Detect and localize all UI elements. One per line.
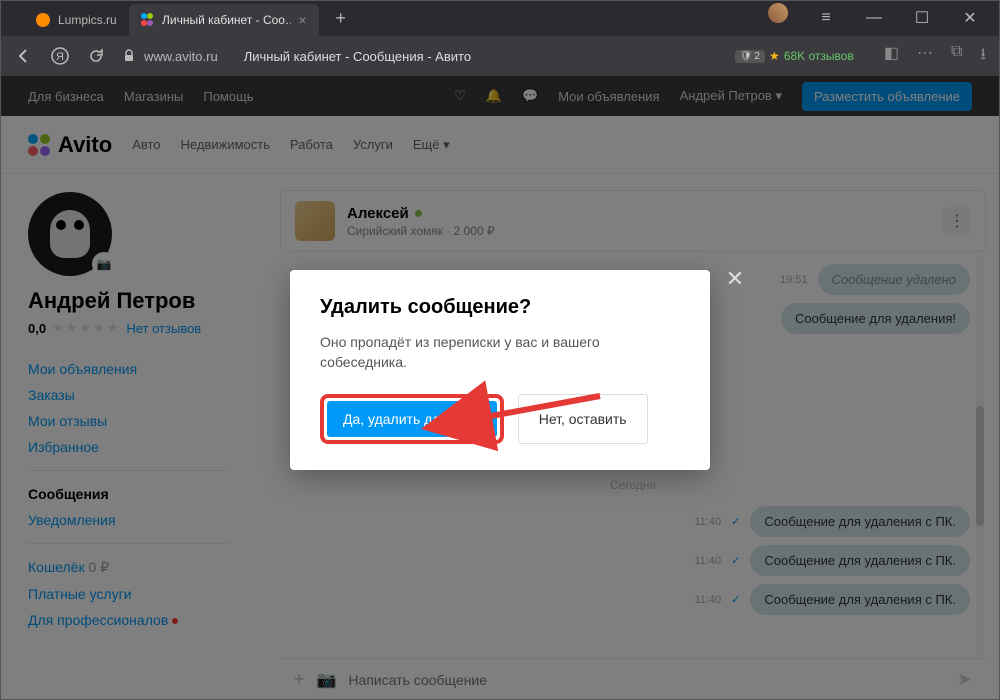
check-icon: ✓ — [731, 515, 740, 528]
more-icon[interactable]: ⋯ — [917, 43, 933, 70]
check-icon: ✓ — [731, 593, 740, 606]
close-window-button[interactable]: ✕ — [948, 3, 992, 33]
sidebar-icon[interactable]: ⧉ — [951, 43, 962, 70]
profile-rating: 0,0 ★★★★★ Нет отзывов — [28, 320, 280, 336]
svg-text:Я: Я — [56, 51, 64, 63]
chat-input-bar: + 📷 ➤ — [280, 658, 986, 700]
chat-subject: Сирийский хомяк · 2 000 ₽ — [347, 224, 495, 238]
modal-title: Удалить сообщение? — [320, 296, 680, 319]
lock-icon — [122, 49, 136, 63]
favicon-avito — [141, 13, 154, 27]
msg-to-delete[interactable]: Сообщение для удаления! — [781, 303, 970, 334]
reload-button[interactable] — [86, 46, 106, 66]
favicon-lumpics — [36, 13, 50, 27]
msg-bubble[interactable]: Сообщение для удаления с ПК. — [750, 545, 970, 576]
tab-label: Lumpics.ru — [58, 13, 117, 27]
brand-text: Avito — [58, 132, 112, 158]
browser-profile-icon[interactable] — [768, 3, 788, 23]
chat-icon[interactable]: 💬 — [522, 88, 538, 104]
minimize-button[interactable]: — — [852, 3, 896, 33]
nav-shops[interactable]: Магазины — [124, 89, 184, 104]
send-icon[interactable]: ➤ — [957, 669, 972, 690]
new-tab-button[interactable]: + — [327, 4, 355, 32]
online-dot-icon — [415, 210, 422, 217]
sidebar-menu: Мои объявления Заказы Мои отзывы Избранн… — [28, 356, 280, 633]
tab-lumpics[interactable]: Lumpics.ru — [24, 4, 129, 36]
scrollbar-thumb[interactable] — [976, 406, 984, 526]
avito-logo[interactable]: Avito — [28, 132, 112, 158]
menu-myads[interactable]: Мои объявления — [28, 356, 280, 382]
attach-icon[interactable]: + — [294, 669, 305, 690]
back-button[interactable] — [14, 46, 34, 66]
maximize-button[interactable]: ☐ — [900, 3, 944, 33]
msg-row: 11:40✓Сообщение для удаления с ПК. — [280, 502, 986, 541]
menu-pro[interactable]: Для профессионалов — [28, 607, 280, 633]
star-icon: ★ — [769, 49, 780, 63]
bookmark-icon[interactable]: ◧ — [884, 43, 899, 70]
msg-bubble[interactable]: Сообщение для удаления с ПК. — [750, 584, 970, 615]
tab-avito[interactable]: Личный кабинет - Соо… × — [129, 4, 319, 36]
avito-header: Avito Авто Недвижимость Работа Услуги Ещ… — [0, 116, 1000, 174]
shield-badge: 🛡2 — [735, 50, 765, 63]
date-separator: Сегодня — [280, 468, 986, 502]
avito-topbar: Для бизнеса Магазины Помощь ♡ 🔔 💬 Мои об… — [0, 76, 1000, 116]
msg-deleted: Сообщение удалено — [818, 264, 970, 295]
chat-more-button[interactable]: ⋮ — [943, 207, 971, 235]
yandex-icon[interactable]: Я — [50, 46, 70, 66]
url-display[interactable]: www.avito.ru — [122, 49, 218, 64]
heart-icon[interactable]: ♡ — [454, 88, 466, 104]
camera-icon[interactable]: 📷 — [317, 670, 337, 690]
cat-realty[interactable]: Недвижимость — [181, 137, 270, 152]
avatar[interactable]: 📷 — [28, 192, 112, 276]
page-title: Личный кабинет - Сообщения - Авито — [244, 49, 471, 64]
camera-icon[interactable]: 📷 — [92, 252, 116, 276]
tab-label: Личный кабинет - Соо… — [162, 13, 290, 27]
peer-avatar[interactable] — [295, 201, 335, 241]
red-dot-icon — [172, 618, 178, 624]
post-ad-button[interactable]: Разместить объявление — [802, 82, 972, 111]
browser-titlebar: Lumpics.ru Личный кабинет - Соо… × + ≡ —… — [0, 0, 1000, 36]
tab-close-icon[interactable]: × — [299, 12, 307, 28]
nav-help[interactable]: Помощь — [203, 89, 253, 104]
menu-notifications[interactable]: Уведомления — [28, 507, 280, 533]
owl-image — [50, 210, 90, 258]
extension-rating[interactable]: 🛡2 ★ 68K отзывов — [735, 49, 854, 63]
modal-close-button[interactable]: ✕ — [722, 266, 748, 292]
nav-business[interactable]: Для бизнеса — [28, 89, 104, 104]
download-icon[interactable]: ⭳ — [980, 43, 986, 70]
modal-body: Оно пропадёт из переписки у вас и вашего… — [320, 333, 680, 372]
menu-favorites[interactable]: Избранное — [28, 434, 280, 460]
menu-reviews[interactable]: Мои отзывы — [28, 408, 280, 434]
check-icon: ✓ — [731, 554, 740, 567]
nav-myads[interactable]: Мои объявления — [558, 89, 659, 104]
nav-user[interactable]: Андрей Петров ▾ — [680, 88, 782, 104]
message-input[interactable] — [348, 672, 944, 688]
url-text: www.avito.ru — [144, 49, 218, 64]
cat-services[interactable]: Услуги — [353, 137, 393, 152]
peer-name: Алексей — [347, 205, 495, 222]
stars-icon: ★★★★★ — [52, 320, 120, 336]
rating-text: 68K отзывов — [784, 49, 854, 63]
menu-paid[interactable]: Платные услуги — [28, 581, 280, 607]
msg-bubble[interactable]: Сообщение для удаления с ПК. — [750, 506, 970, 537]
bell-icon[interactable]: 🔔 — [486, 88, 502, 104]
profile-name: Андрей Петров — [28, 288, 280, 314]
menu-messages[interactable]: Сообщения — [28, 481, 280, 507]
chat-header: Алексей Сирийский хомяк · 2 000 ₽ ⋮ — [280, 190, 986, 252]
cat-more[interactable]: Ещё ▾ — [413, 137, 450, 153]
menu-orders[interactable]: Заказы — [28, 382, 280, 408]
menu-wallet[interactable]: Кошелёк 0 ₽ — [28, 554, 280, 581]
cat-auto[interactable]: Авто — [132, 137, 160, 152]
no-reviews-link[interactable]: Нет отзывов — [126, 321, 201, 336]
msg-row: 11:40✓Сообщение для удаления с ПК. — [280, 580, 986, 619]
msg-row: 11:40✓Сообщение для удаления с ПК. — [280, 541, 986, 580]
tutorial-arrow-icon — [470, 388, 610, 443]
browser-addressbar: Я www.avito.ru Личный кабинет - Сообщени… — [0, 36, 1000, 76]
profile-sidebar: 📷 Андрей Петров 0,0 ★★★★★ Нет отзывов Мо… — [0, 174, 280, 700]
cat-job[interactable]: Работа — [290, 137, 333, 152]
menu-icon[interactable]: ≡ — [804, 3, 848, 33]
